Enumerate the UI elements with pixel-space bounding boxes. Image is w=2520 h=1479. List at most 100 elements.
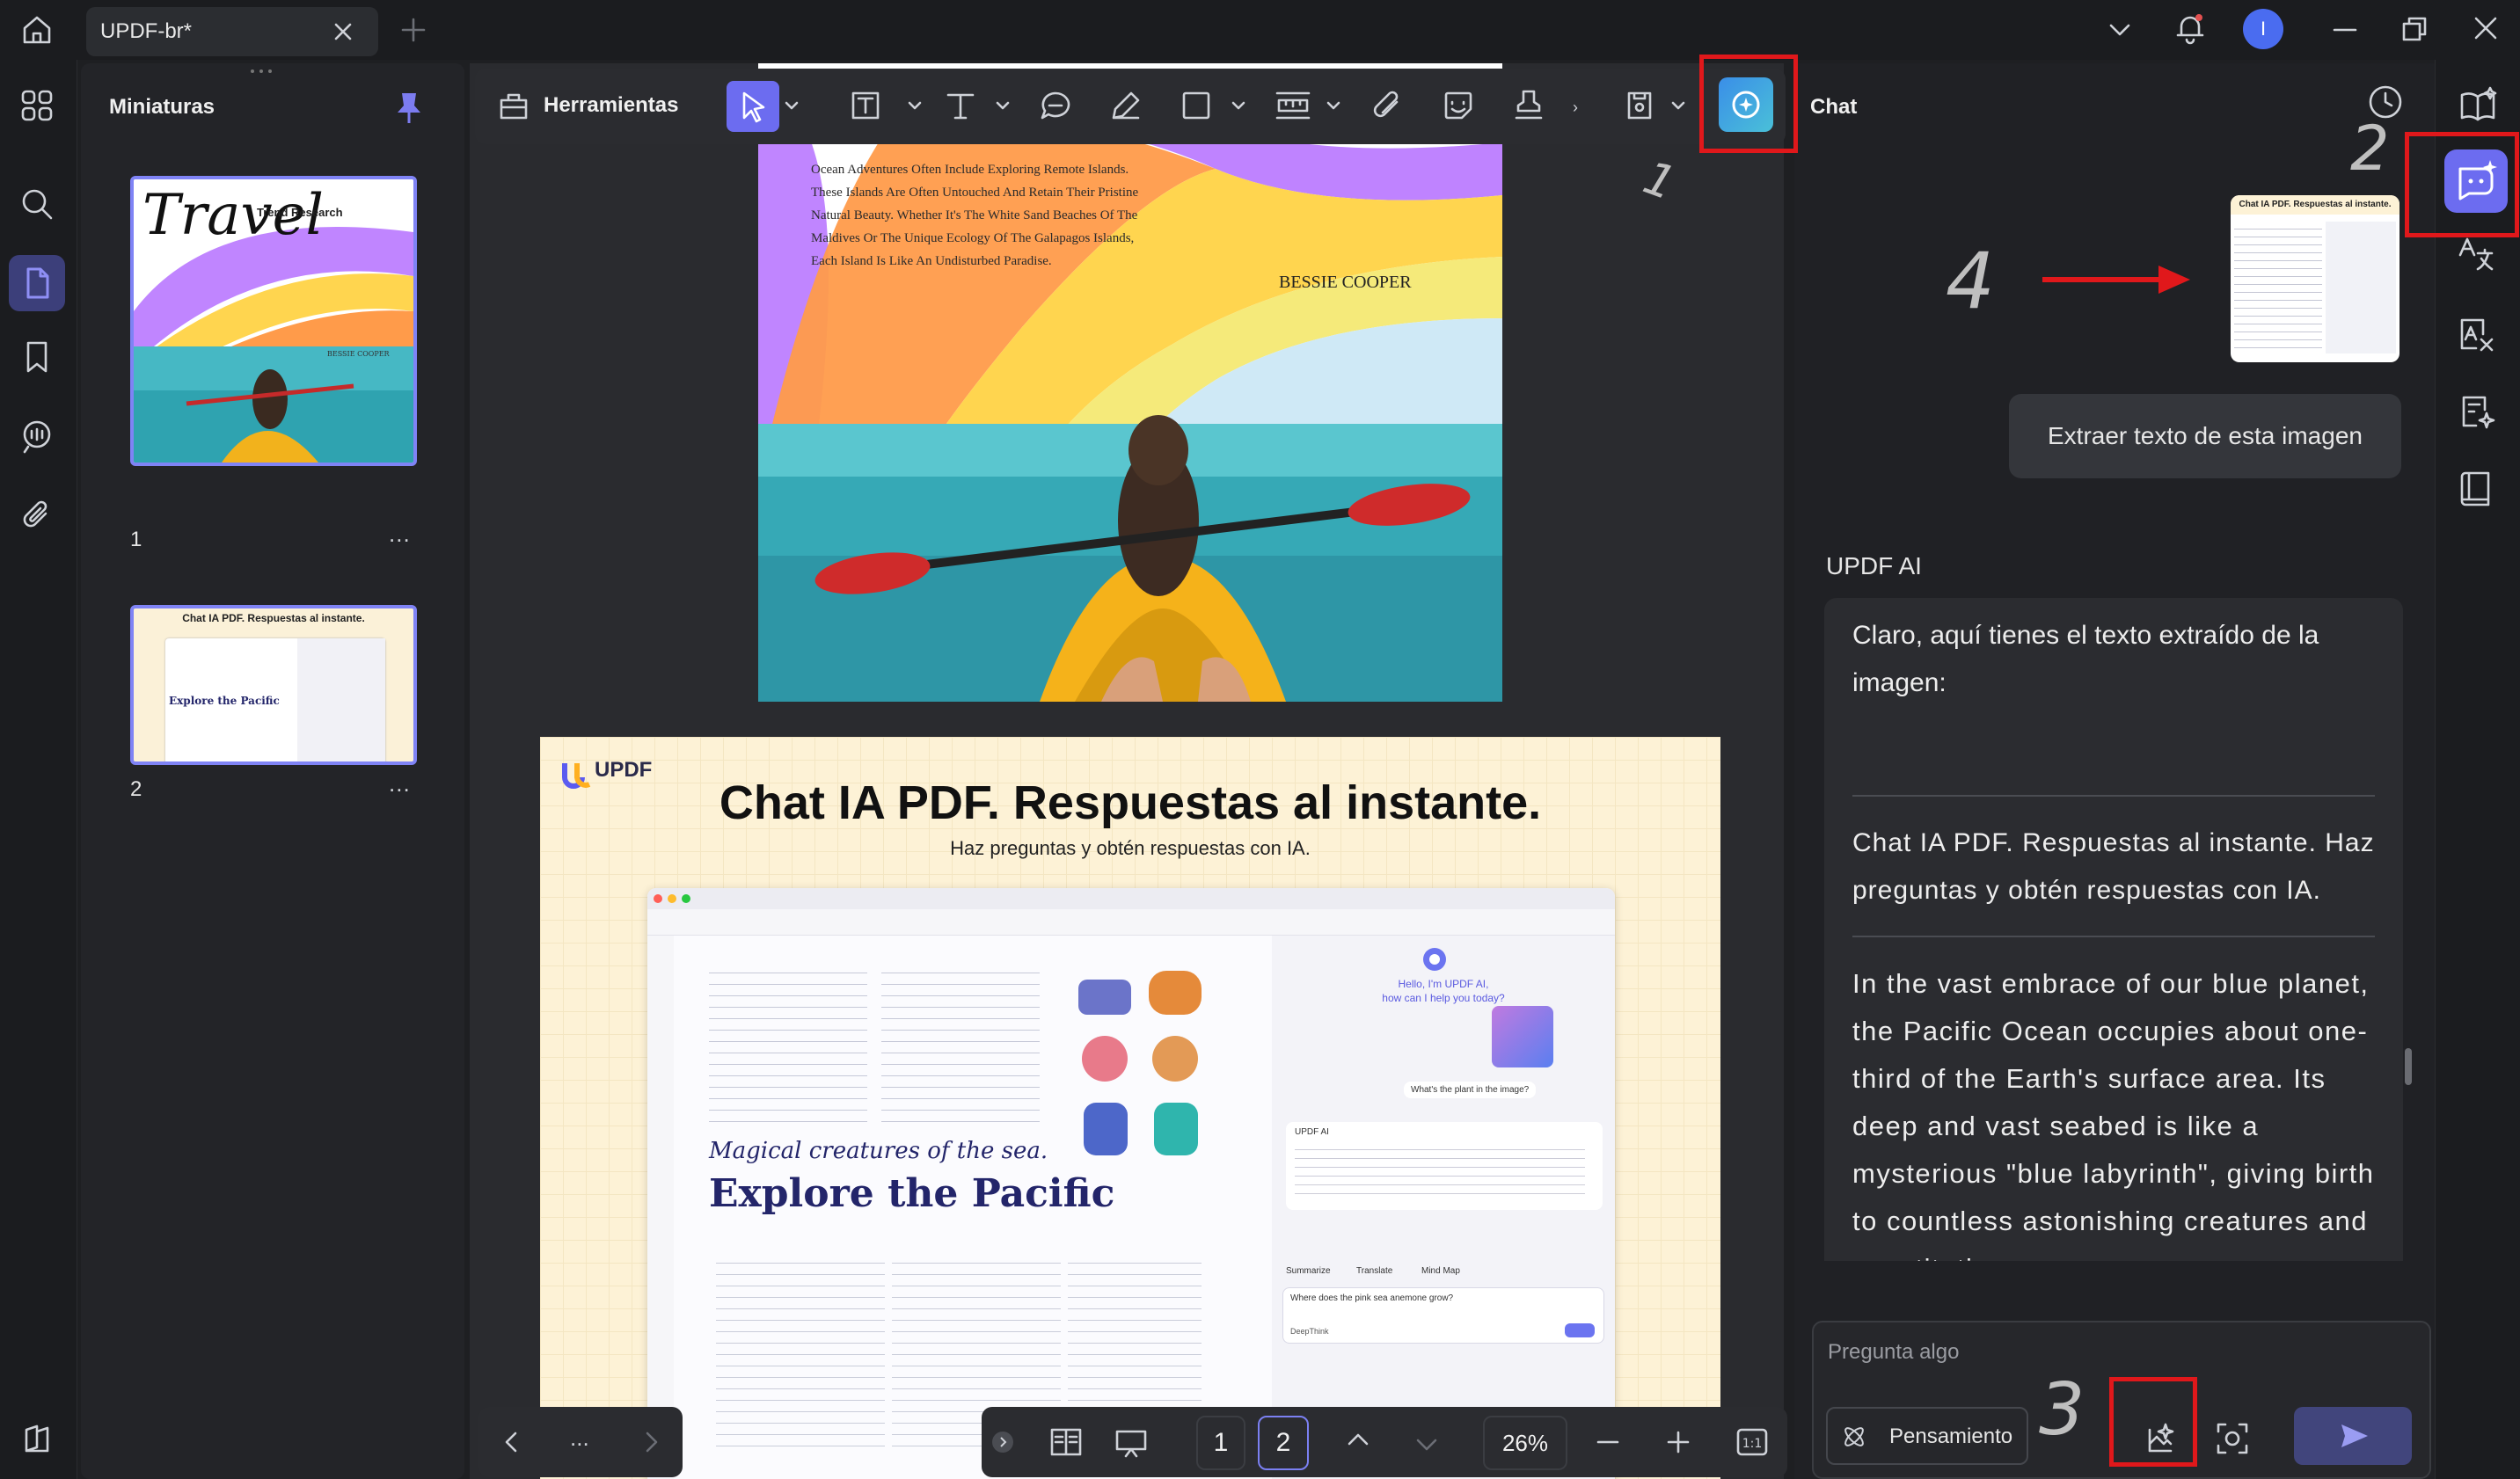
- home-icon[interactable]: [19, 12, 55, 47]
- user-avatar[interactable]: I: [2243, 9, 2283, 49]
- screenshot-icon[interactable]: [2215, 1421, 2250, 1456]
- annotation-number-4: 4: [1946, 236, 1995, 326]
- textbox-icon[interactable]: [848, 88, 883, 123]
- translate-icon[interactable]: [2457, 236, 2495, 274]
- annotation-number-2: 2: [2350, 113, 2390, 185]
- page-2: UPDF Chat IA PDF. Respuestas al instante…: [540, 737, 1720, 1479]
- measure-icon[interactable]: [1274, 88, 1312, 123]
- thinking-toggle[interactable]: Pensamiento: [1826, 1407, 2028, 1465]
- highlighter-icon[interactable]: [1108, 88, 1143, 123]
- attached-image-text: [2234, 222, 2322, 353]
- actual-size-icon[interactable]: 1:1: [1735, 1426, 1770, 1458]
- close-window-icon[interactable]: [2472, 14, 2500, 42]
- mockup-ai-answer: UPDF AI: [1286, 1122, 1603, 1210]
- drag-handle[interactable]: [248, 69, 274, 74]
- scroll-up-icon[interactable]: [1344, 1426, 1372, 1454]
- comment-icon[interactable]: [1038, 88, 1073, 123]
- textbox-dropdown-icon[interactable]: [908, 98, 922, 113]
- search-icon[interactable]: [19, 186, 55, 222]
- mockup-text-column-1: [709, 962, 867, 1129]
- mockup-image-thumb: [1492, 1006, 1553, 1067]
- ai-name-label: UPDF AI: [1826, 552, 1922, 579]
- attached-image-thumbnail[interactable]: Chat IA PDF. Respuestas al instante.: [2231, 195, 2399, 362]
- page-2-app-mockup: Magical creatures of the sea. Explore th…: [647, 888, 1615, 1479]
- new-tab-icon[interactable]: [399, 16, 427, 44]
- text-icon[interactable]: [943, 88, 978, 123]
- layers-icon[interactable]: [19, 1421, 55, 1456]
- attach-file-icon[interactable]: [1370, 88, 1406, 123]
- mockup-chip-mindmap: Mind Map: [1421, 1266, 1460, 1276]
- mockup-prompt: Where does the pink sea anemone grow?: [1290, 1293, 1454, 1303]
- shape-dropdown-icon[interactable]: [1231, 98, 1245, 113]
- mockup-send-icon: [1565, 1323, 1595, 1337]
- book-icon[interactable]: [2457, 470, 2495, 508]
- annotation-arrow: [2039, 262, 2194, 297]
- sticker-icon[interactable]: [1441, 88, 1476, 123]
- pages-icon[interactable]: [9, 255, 65, 311]
- zoom-out-icon[interactable]: [1594, 1428, 1622, 1456]
- measure-dropdown-icon[interactable]: [1326, 98, 1340, 113]
- left-rail: [0, 60, 77, 1479]
- thumbnail-page-2[interactable]: Chat IA PDF. Respuestas al instante. Exp…: [130, 605, 417, 765]
- chat-title: Chat: [1810, 95, 1858, 119]
- text-dropdown-icon[interactable]: [996, 98, 1010, 113]
- thumbnail-1-more-icon[interactable]: ...: [389, 521, 411, 548]
- mockup-heading: Explore the Pacific: [709, 1171, 1115, 1216]
- title-bar: UPDF-br* I: [0, 0, 2520, 60]
- select-tool-button[interactable]: [727, 81, 779, 132]
- thumbnail-2-number: 2: [130, 777, 142, 801]
- document-tab-title: UPDF-br*: [100, 19, 193, 43]
- comments-search-icon[interactable]: [19, 419, 55, 454]
- send-button[interactable]: [2294, 1407, 2412, 1465]
- thumbnail-page-1[interactable]: Travel Trend Research BESSIE COOPER: [130, 176, 417, 466]
- tools-label[interactable]: Herramientas: [544, 93, 678, 118]
- divider-1: [1852, 795, 2375, 797]
- thumbnail-panel-title: Miniaturas: [109, 95, 215, 119]
- previous-page-icon[interactable]: [498, 1428, 526, 1456]
- document-tab[interactable]: UPDF-br*: [86, 7, 378, 56]
- save-icon[interactable]: [1622, 88, 1657, 123]
- chat-scrollbar[interactable]: [2405, 1048, 2412, 1085]
- thumbnail-1-author: BESSIE COOPER: [327, 350, 390, 358]
- svg-text:1:1: 1:1: [1742, 1437, 1763, 1451]
- collapse-bar-icon[interactable]: [992, 1432, 1013, 1453]
- mockup-italic-caption: Magical creatures of the sea.: [709, 1138, 1048, 1164]
- ai-response-card: Claro, aquí tienes el texto extraído de …: [1824, 598, 2403, 1279]
- bookmark-icon[interactable]: [19, 339, 55, 375]
- mockup-toolbar: [647, 909, 1615, 936]
- chevron-down-icon[interactable]: [2106, 16, 2134, 44]
- apps-grid-icon[interactable]: [19, 88, 55, 123]
- mockup-question-bubble: What's the plant in the image?: [1404, 1082, 1537, 1098]
- annotation-box-ai-button: [1699, 55, 1798, 153]
- save-dropdown-icon[interactable]: [1671, 98, 1685, 113]
- ai-notes-icon[interactable]: [2457, 392, 2495, 431]
- shape-icon[interactable]: [1179, 88, 1214, 123]
- select-dropdown-icon[interactable]: [785, 98, 799, 113]
- zoom-level[interactable]: 26%: [1483, 1416, 1567, 1470]
- ai-intro-text: Claro, aquí tienes el texto extraído de …: [1852, 621, 2319, 697]
- page-1-button[interactable]: 1: [1196, 1416, 1245, 1470]
- restore-window-icon[interactable]: [2399, 14, 2429, 44]
- close-tab-icon[interactable]: [331, 19, 355, 44]
- presentation-icon[interactable]: [1114, 1426, 1149, 1461]
- notification-bell-icon[interactable]: [2173, 11, 2208, 46]
- pin-icon[interactable]: [394, 90, 424, 125]
- tools-icon[interactable]: [496, 88, 531, 123]
- zoom-in-icon[interactable]: [1664, 1428, 1692, 1456]
- ocr-icon[interactable]: [2457, 315, 2495, 353]
- atom-icon: [1840, 1423, 1868, 1451]
- page-layout-icon[interactable]: [1048, 1426, 1084, 1458]
- thumbnail-2-heading: Chat IA PDF. Respuestas al instante.: [182, 612, 365, 624]
- next-page-icon[interactable]: [637, 1428, 665, 1456]
- more-pages-button[interactable]: ...: [570, 1424, 589, 1452]
- attached-image-title: Chat IA PDF. Respuestas al instante.: [2231, 195, 2399, 215]
- reading-mode-icon[interactable]: [2458, 86, 2499, 125]
- stamp-icon[interactable]: [1511, 88, 1546, 123]
- annotation-box-chat-tab: [2405, 132, 2519, 237]
- scroll-down-icon[interactable]: [1413, 1430, 1441, 1458]
- minimize-icon[interactable]: [2331, 16, 2359, 44]
- page-2-button[interactable]: 2: [1258, 1416, 1309, 1470]
- attachment-icon[interactable]: [19, 498, 55, 533]
- thumbnail-2-more-icon[interactable]: ...: [389, 770, 411, 798]
- overflow-icon[interactable]: ›: [1573, 98, 1578, 117]
